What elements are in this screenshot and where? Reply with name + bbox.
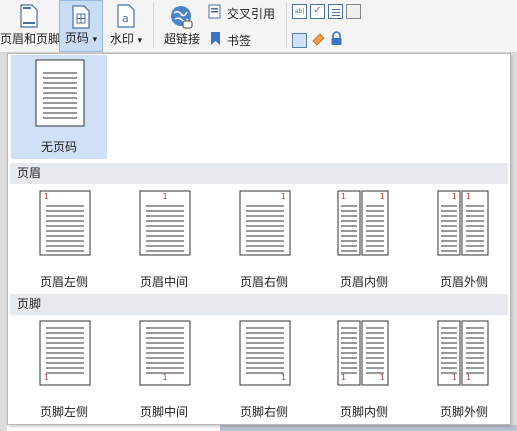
page-number-marker: 1 — [44, 192, 49, 201]
watermark-label: 水印 — [109, 32, 134, 46]
page-number-button[interactable]: 页码 ▾ — [59, 0, 103, 52]
header-right-preview: 1 — [239, 190, 291, 256]
hyperlink-button[interactable]: 超链接 — [160, 0, 204, 52]
footer-right-option[interactable]: 1 页脚右侧 — [216, 320, 312, 424]
header-left-preview: 1 — [39, 190, 91, 256]
page-number-marker: 1 — [162, 192, 167, 201]
header-section-title: 页眉 — [10, 163, 508, 184]
no-page-number-label: 无页码 — [40, 140, 77, 154]
document-area-left — [0, 53, 7, 431]
page-number-dropdown-panel: 无页码 页眉 页脚 1 页眉左侧 1 页眉中间 1 页眉右侧 1 1 页眉内侧 1 1 页眉外侧 1 页脚… — [7, 53, 511, 425]
hyperlink-label: 超链接 — [163, 32, 200, 46]
header-right-option[interactable]: 1 页眉右侧 — [216, 190, 312, 294]
footer-outer-preview: 11 — [437, 320, 489, 386]
footer-center-option[interactable]: 1 页脚中间 — [116, 320, 212, 424]
ribbon-separator — [286, 2, 287, 48]
page-number-label: 页码 — [64, 31, 89, 45]
document-area-bottom — [220, 425, 517, 431]
footer-section-title: 页脚 — [10, 294, 508, 315]
footer-left-option[interactable]: 1 页脚左侧 — [16, 320, 112, 424]
watermark-icon: a — [117, 4, 135, 31]
list-field-icon[interactable] — [328, 4, 343, 19]
header-outer-label: 页眉外侧 — [439, 275, 488, 289]
checkbox-field-icon[interactable]: ✓ — [310, 4, 325, 19]
page-number-marker: 1 — [452, 192, 457, 201]
watermark-dropdown-arrow: ▾ — [137, 36, 143, 46]
cross-reference-button[interactable]: 交叉引用 — [208, 4, 275, 22]
header-right-label: 页眉右侧 — [239, 275, 288, 289]
ribbon-toolbar: 页眉和页脚 页码 ▾ a 水印 ▾ 超链接 交叉引用 书签 ab| ✓ — [0, 0, 517, 53]
page-number-marker: 1 — [341, 192, 346, 201]
svg-text:a: a — [122, 12, 129, 25]
footer-center-preview: 1 — [139, 320, 191, 386]
ribbon-separator — [153, 2, 154, 48]
watermark-button[interactable]: a 水印 ▾ — [104, 0, 148, 52]
footer-inner-preview: 11 — [337, 320, 389, 386]
footer-center-label: 页脚中间 — [139, 405, 188, 419]
page-number-marker: 1 — [44, 373, 49, 382]
lock-icon[interactable] — [330, 31, 343, 49]
page-number-marker: 1 — [341, 373, 346, 382]
header-inner-option[interactable]: 1 1 页眉内侧 — [316, 190, 412, 294]
page-number-marker: 1 — [466, 373, 471, 382]
header-left-label: 页眉左侧 — [39, 275, 88, 289]
footer-outer-option[interactable]: 1 1 页脚外侧 — [416, 320, 512, 424]
header-outer-option[interactable]: 1 1 页眉外侧 — [416, 190, 512, 294]
no-page-number-option[interactable]: 无页码 — [11, 55, 107, 159]
page-number-marker: 1 — [466, 192, 471, 201]
page-number-marker: 1 — [281, 192, 286, 201]
footer-inner-option[interactable]: 1 1 页脚内侧 — [316, 320, 412, 424]
no-page-number-preview — [35, 59, 85, 127]
cross-reference-label: 交叉引用 — [227, 6, 276, 21]
footer-left-preview: 1 — [39, 320, 91, 386]
footer-left-label: 页脚左侧 — [39, 405, 88, 419]
page-number-dropdown-arrow: ▾ — [92, 35, 98, 45]
footer-right-label: 页脚右侧 — [239, 405, 288, 419]
page-number-marker: 1 — [452, 373, 457, 382]
page-number-marker: 1 — [281, 373, 286, 382]
form-properties-icon[interactable] — [346, 4, 361, 19]
field-shading-icon[interactable] — [292, 32, 307, 48]
header-footer-label: 页眉和页脚 — [0, 32, 61, 46]
bookmark-label: 书签 — [227, 33, 252, 48]
cross-reference-icon — [208, 4, 223, 22]
header-outer-preview: 11 — [437, 190, 489, 256]
footer-outer-label: 页脚外侧 — [439, 405, 488, 419]
header-inner-preview: 11 — [337, 190, 389, 256]
page-number-marker: 1 — [380, 373, 385, 382]
footer-right-preview: 1 — [239, 320, 291, 386]
text-field-icon[interactable]: ab| — [292, 4, 307, 19]
header-center-label: 页眉中间 — [139, 275, 188, 289]
header-footer-icon — [20, 4, 38, 31]
bookmark-button[interactable]: 书签 — [208, 31, 251, 49]
header-inner-label: 页眉内侧 — [339, 275, 388, 289]
page-number-marker: 1 — [380, 192, 385, 201]
bookmark-icon — [208, 31, 223, 49]
globe-link-icon — [169, 4, 195, 33]
header-center-preview: 1 — [139, 190, 191, 256]
page-number-marker: 1 — [162, 373, 167, 382]
footer-inner-label: 页脚内侧 — [339, 405, 388, 419]
eraser-icon[interactable] — [311, 31, 326, 49]
header-footer-button[interactable]: 页眉和页脚 — [0, 0, 61, 52]
header-center-option[interactable]: 1 页眉中间 — [116, 190, 212, 294]
header-left-option[interactable]: 1 页眉左侧 — [16, 190, 112, 294]
page-number-icon — [72, 5, 90, 32]
